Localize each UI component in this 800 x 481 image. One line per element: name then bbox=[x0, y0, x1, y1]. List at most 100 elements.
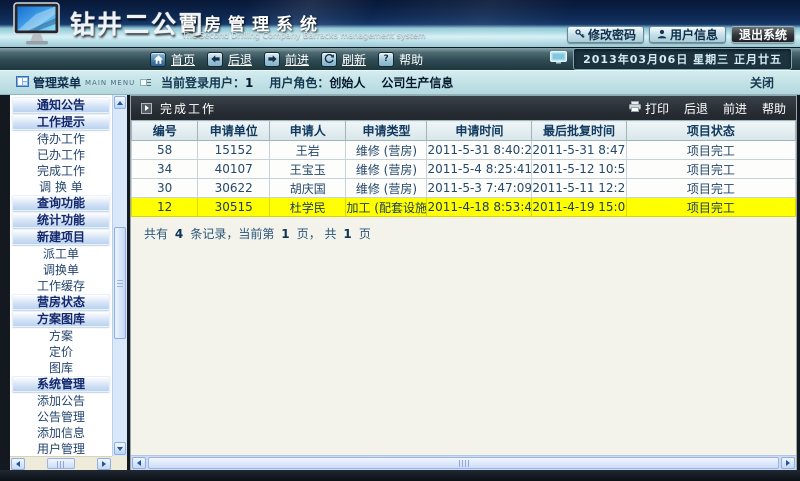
column-header: 申请时间 bbox=[427, 121, 532, 141]
monitor-logo-icon bbox=[8, 2, 66, 47]
sidebar-item[interactable]: 方案图库 bbox=[12, 311, 110, 327]
table-cell: 2011-4-19 15:09:06 bbox=[532, 198, 626, 217]
sidebar-item[interactable]: 调 换 单 bbox=[10, 179, 112, 195]
sidebar-item[interactable]: 通知公告 bbox=[12, 97, 110, 113]
sidebar-item[interactable]: 新建项目 bbox=[12, 229, 110, 245]
toolbar-item-1[interactable]: 后退 bbox=[684, 100, 708, 117]
table-cell: 58 bbox=[132, 141, 198, 160]
arrow-left-icon[interactable] bbox=[207, 52, 223, 67]
table-cell: 维修 (营房) bbox=[346, 160, 427, 179]
sidebar-item[interactable]: 添加信息 bbox=[10, 425, 112, 441]
hscroll-thumb[interactable] bbox=[148, 457, 779, 469]
column-header: 最后批复时间 bbox=[532, 121, 626, 141]
refresh-icon[interactable] bbox=[321, 52, 337, 67]
session-item-0: 当前登录用户：1 bbox=[161, 74, 253, 91]
content-hscrollbar[interactable] bbox=[131, 455, 796, 470]
table-cell: 维修 (营房) bbox=[346, 179, 427, 198]
main-content: 完成工作 打印后退前进帮助 编号申请单位申请人申请类型申请时间最后批复时间项目状… bbox=[130, 95, 797, 470]
nav-link-4[interactable]: 帮助 bbox=[399, 51, 423, 68]
date-area: 2013年03月06日 星期三 正月廿五 bbox=[550, 48, 792, 70]
bullet-icon bbox=[140, 79, 147, 86]
toolbar-item-0[interactable]: 打印 bbox=[629, 100, 669, 117]
scroll-down-button[interactable] bbox=[114, 442, 126, 455]
sidebar-item[interactable]: 营房状态 bbox=[12, 294, 110, 310]
table-header-row: 编号申请单位申请人申请类型申请时间最后批复时间项目状态 bbox=[132, 121, 796, 141]
nav-link-1[interactable]: 后退 bbox=[228, 51, 252, 68]
table-cell: 项目完工 bbox=[626, 160, 795, 179]
column-header: 申请类型 bbox=[346, 121, 427, 141]
toolbar-item-2[interactable]: 前进 bbox=[723, 100, 747, 117]
content-toolbar: 打印后退前进帮助 bbox=[629, 100, 786, 117]
app-window: 钻井二公司 营房管理系统 The Second Drilling Company… bbox=[0, 0, 800, 481]
scrollbar-corner bbox=[112, 456, 127, 470]
sidebar-item[interactable]: 工作缓存 bbox=[10, 278, 112, 294]
table-cell: 2011-5-12 10:55:42 bbox=[532, 160, 626, 179]
key-icon bbox=[575, 28, 585, 42]
pagination-number: 1 bbox=[278, 227, 297, 241]
sidebar-item[interactable]: 方案 bbox=[10, 328, 112, 344]
scroll-left-button[interactable] bbox=[11, 458, 25, 470]
table-row[interactable]: 5815152王岩维修 (营房)2011-5-31 8:40:282011-5-… bbox=[132, 141, 796, 160]
table-cell: 维修 (营房) bbox=[346, 141, 427, 160]
nav-link-0[interactable]: 首页 bbox=[171, 51, 195, 68]
sidebar-item[interactable]: 添加公告 bbox=[10, 393, 112, 409]
hscroll-thumb[interactable] bbox=[47, 458, 75, 469]
sidebar-item[interactable]: 用户管理 bbox=[10, 441, 112, 456]
table-row[interactable]: 3440107王宝玉维修 (营房)2011-5-4 8:25:412011-5-… bbox=[132, 160, 796, 179]
scroll-up-button[interactable] bbox=[114, 96, 126, 109]
sidebar-item[interactable]: 定价 bbox=[10, 344, 112, 360]
user-icon bbox=[657, 28, 667, 42]
nav-item-3: 刷新 bbox=[321, 51, 366, 68]
sidebar-item[interactable]: 公告管理 bbox=[10, 409, 112, 425]
sidebar: 通知公告工作提示待办工作已办工作完成工作调 换 单查询功能统计功能新建项目派工单… bbox=[10, 95, 127, 470]
nav-item-0: 首页 bbox=[150, 51, 195, 68]
sidebar-item[interactable]: 查询功能 bbox=[12, 195, 110, 211]
sidebar-item[interactable]: 派工单 bbox=[10, 246, 112, 262]
toolbar-item-3[interactable]: 帮助 bbox=[762, 100, 786, 117]
nav-link-3[interactable]: 刷新 bbox=[342, 51, 366, 68]
logout-button[interactable]: 退出系统 bbox=[731, 26, 795, 43]
scroll-right-button[interactable] bbox=[781, 457, 795, 469]
vscroll-thumb[interactable] bbox=[114, 227, 126, 339]
sidebar-item[interactable]: 已办工作 bbox=[10, 147, 112, 163]
system-subtitle-en: The Second Drilling Company Barracks man… bbox=[182, 31, 426, 40]
sidebar-vscrollbar[interactable] bbox=[112, 95, 127, 456]
pagination: 共有 4 条记录，当前第 1 页， 共 1 页 bbox=[144, 225, 796, 242]
table-cell: 34 bbox=[132, 160, 198, 179]
sidebar-hscrollbar[interactable] bbox=[10, 456, 112, 470]
sidebar-item[interactable]: 完成工作 bbox=[10, 163, 112, 179]
session-item-1: 用户角色：创始人 bbox=[269, 74, 365, 91]
sidebar-item[interactable]: 统计功能 bbox=[12, 212, 110, 228]
nav-link-2[interactable]: 前进 bbox=[285, 51, 309, 68]
user-info-button[interactable]: 用户信息 bbox=[649, 26, 726, 43]
pagination-text: 条记录，当前第 bbox=[190, 227, 278, 241]
pagination-text: 页 bbox=[359, 227, 371, 241]
close-link[interactable]: 关闭 bbox=[750, 74, 774, 91]
pagination-number: 4 bbox=[172, 227, 191, 241]
column-header: 申请单位 bbox=[198, 121, 270, 141]
content-title: 完成工作 bbox=[160, 100, 216, 117]
column-header: 申请人 bbox=[270, 121, 346, 141]
sidebar-item[interactable]: 待办工作 bbox=[10, 131, 112, 147]
table-cell: 30515 bbox=[198, 198, 270, 217]
scroll-left-button[interactable] bbox=[132, 457, 146, 469]
arrow-right-icon[interactable] bbox=[264, 52, 280, 67]
change-password-button[interactable]: 修改密码 bbox=[567, 26, 644, 43]
monitor-icon bbox=[550, 51, 567, 67]
table-cell: 项目完工 bbox=[626, 179, 795, 198]
sidebar-item[interactable]: 工作提示 bbox=[12, 114, 110, 130]
column-header: 编号 bbox=[132, 121, 198, 141]
home-icon[interactable] bbox=[150, 52, 166, 67]
window-icon bbox=[16, 76, 29, 90]
sidebar-item[interactable]: 系统管理 bbox=[12, 376, 110, 392]
table-row[interactable]: 3030622胡庆国维修 (营房)2011-5-3 7:47:092011-5-… bbox=[132, 179, 796, 198]
table-row[interactable]: 1230515杜学民加工 (配套设施)2011-4-18 8:53:452011… bbox=[132, 198, 796, 217]
scroll-right-button[interactable] bbox=[97, 458, 111, 470]
help-icon[interactable]: ? bbox=[378, 52, 394, 67]
menu-header-area: 管理菜单 MAIN MENU bbox=[0, 74, 130, 91]
table-cell: 2011-4-18 8:53:45 bbox=[427, 198, 532, 217]
table-cell: 王宝玉 bbox=[270, 160, 346, 179]
sidebar-item[interactable]: 图库 bbox=[10, 360, 112, 376]
sidebar-item[interactable]: 调换单 bbox=[10, 262, 112, 278]
sidebar-menu: 通知公告工作提示待办工作已办工作完成工作调 换 单查询功能统计功能新建项目派工单… bbox=[10, 95, 112, 456]
